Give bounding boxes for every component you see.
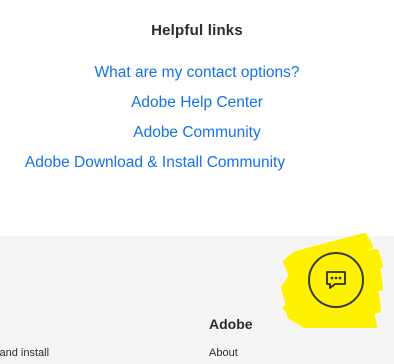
download-install-community-link[interactable]: Adobe Download & Install Community <box>0 154 352 172</box>
community-link[interactable]: Adobe Community <box>0 124 394 142</box>
chat-bubble-icon <box>326 271 346 289</box>
helpful-links-title: Helpful links <box>151 22 243 39</box>
chat-button[interactable] <box>308 252 364 308</box>
helpful-links-section: Helpful links What are my contact option… <box>0 0 394 236</box>
contact-options-link[interactable]: What are my contact options? <box>0 64 394 82</box>
footer-download-install-link[interactable]: l and install <box>0 347 49 359</box>
footer-about-link[interactable]: About <box>209 347 238 359</box>
footer-heading-adobe: Adobe <box>209 316 253 332</box>
help-center-link[interactable]: Adobe Help Center <box>0 94 394 112</box>
